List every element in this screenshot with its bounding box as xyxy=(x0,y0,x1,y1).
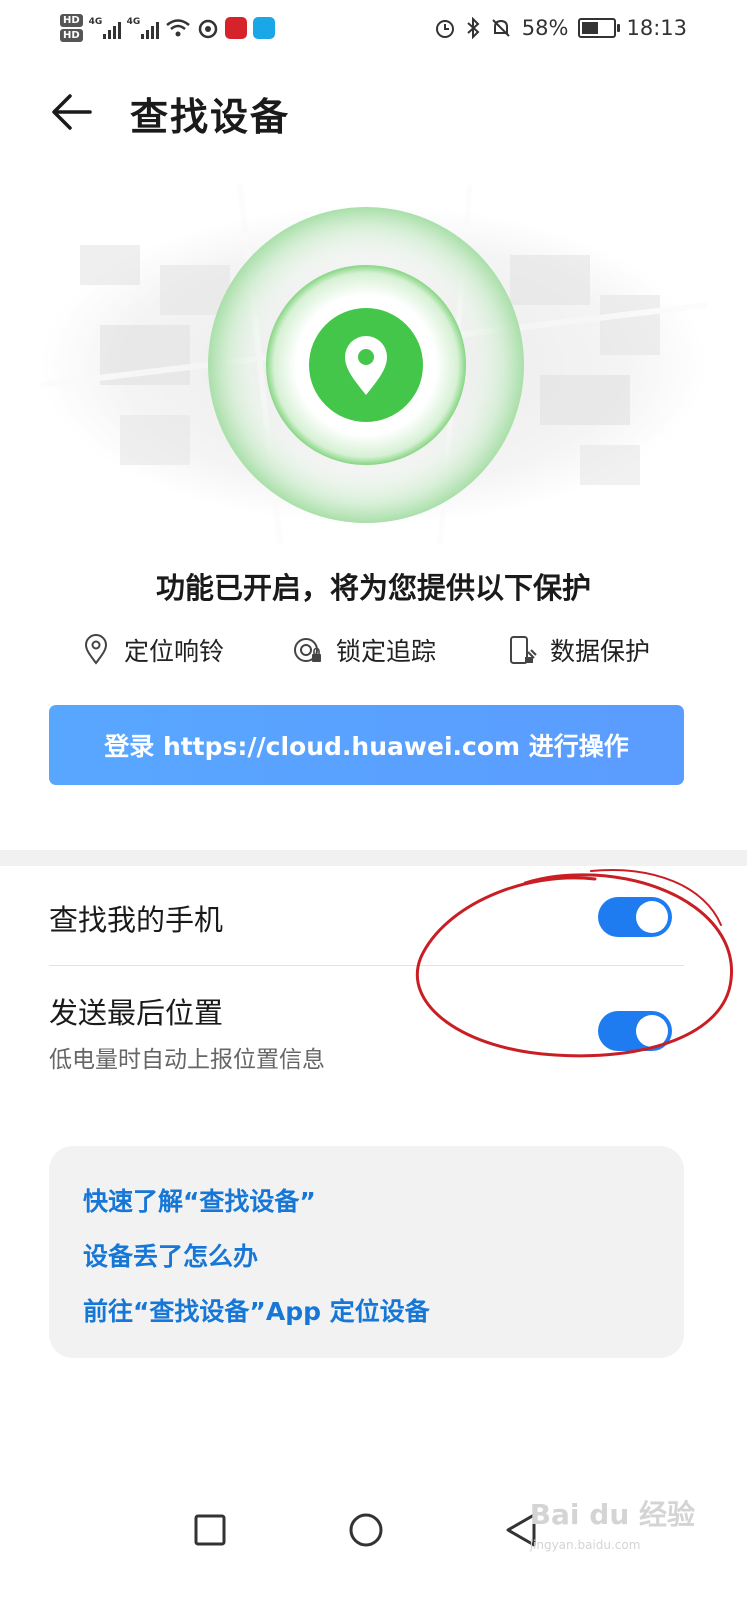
feature-list: 定位响铃 锁定追踪 数据保护 xyxy=(0,632,747,678)
mute-bell-icon xyxy=(492,19,510,37)
battery-percent: 58% xyxy=(521,16,569,40)
send-last-location-toggle[interactable] xyxy=(598,1011,672,1051)
network-type: 4G xyxy=(126,17,141,27)
feature-locate-ring: 定位响铃 xyxy=(80,632,224,668)
recent-apps-icon[interactable] xyxy=(190,1510,230,1550)
help-card: 快速了解“查找设备” 设备丢了怎么办 前往“查找设备”App 定位设备 xyxy=(49,1146,684,1358)
bluetooth-icon xyxy=(467,17,480,39)
battery-icon xyxy=(578,18,621,38)
login-cloud-button[interactable]: 登录 https://cloud.huawei.com 进行操作 xyxy=(49,705,684,785)
signal-icon: 4G xyxy=(127,17,159,39)
divider xyxy=(49,965,684,966)
data-protect-icon xyxy=(510,636,537,664)
feature-label: 锁定追踪 xyxy=(336,637,437,666)
watermark-sub: jingyan.baidu.com xyxy=(529,1538,641,1552)
feature-data-protect: 数据保护 xyxy=(506,632,650,668)
lock-track-icon xyxy=(294,638,321,662)
hd-icon: HD xyxy=(60,29,83,42)
alarm-icon xyxy=(435,20,454,38)
location-hero-illustration xyxy=(40,185,707,545)
feature-label: 定位响铃 xyxy=(124,637,225,666)
signal-icon: 4G xyxy=(89,17,121,39)
protection-status-text: 功能已开启，将为您提供以下保护 xyxy=(155,571,591,605)
send-last-location-label: 发送最后位置 xyxy=(49,996,224,1030)
hd-indicators: HD HD xyxy=(60,14,83,42)
status-bar: HD HD 4G 4G 58% 18:13 xyxy=(0,0,747,56)
feature-lock-track: 锁定追踪 xyxy=(292,632,436,668)
help-link-open-app[interactable]: 前往“查找设备”App 定位设备 xyxy=(83,1292,430,1328)
section-separator xyxy=(0,850,747,866)
news-app-icon xyxy=(224,17,247,39)
location-pin-icon xyxy=(84,634,108,665)
network-type: 4G xyxy=(88,17,103,27)
bulb-app-icon xyxy=(252,17,275,39)
wifi-icon xyxy=(165,19,190,37)
weibo-icon xyxy=(198,19,217,39)
baidu-watermark: Bai du 经验 jingyan.baidu.com xyxy=(530,1500,695,1560)
home-icon[interactable] xyxy=(346,1510,386,1550)
feature-label: 数据保护 xyxy=(550,637,651,666)
toggle-knob xyxy=(636,1015,668,1047)
clock: 18:13 xyxy=(626,16,687,40)
status-bar-left: HD HD 4G 4G xyxy=(60,8,275,48)
help-link-lost-device[interactable]: 设备丢了怎么办 xyxy=(83,1237,258,1273)
back-arrow-icon[interactable] xyxy=(50,90,94,134)
watermark-text: Bai du 经验 xyxy=(529,1498,695,1531)
help-link-quick-intro[interactable]: 快速了解“查找设备” xyxy=(83,1182,316,1218)
find-my-phone-toggle[interactable] xyxy=(598,897,672,937)
status-bar-right: 58% 18:13 xyxy=(434,10,687,46)
page-title: 查找设备 xyxy=(130,95,291,139)
send-last-location-description: 低电量时自动上报位置信息 xyxy=(49,1047,325,1073)
find-my-phone-label: 查找我的手机 xyxy=(49,903,224,937)
toggle-knob xyxy=(636,901,668,933)
hd-icon: HD xyxy=(60,14,83,27)
battery-fill xyxy=(582,22,599,34)
